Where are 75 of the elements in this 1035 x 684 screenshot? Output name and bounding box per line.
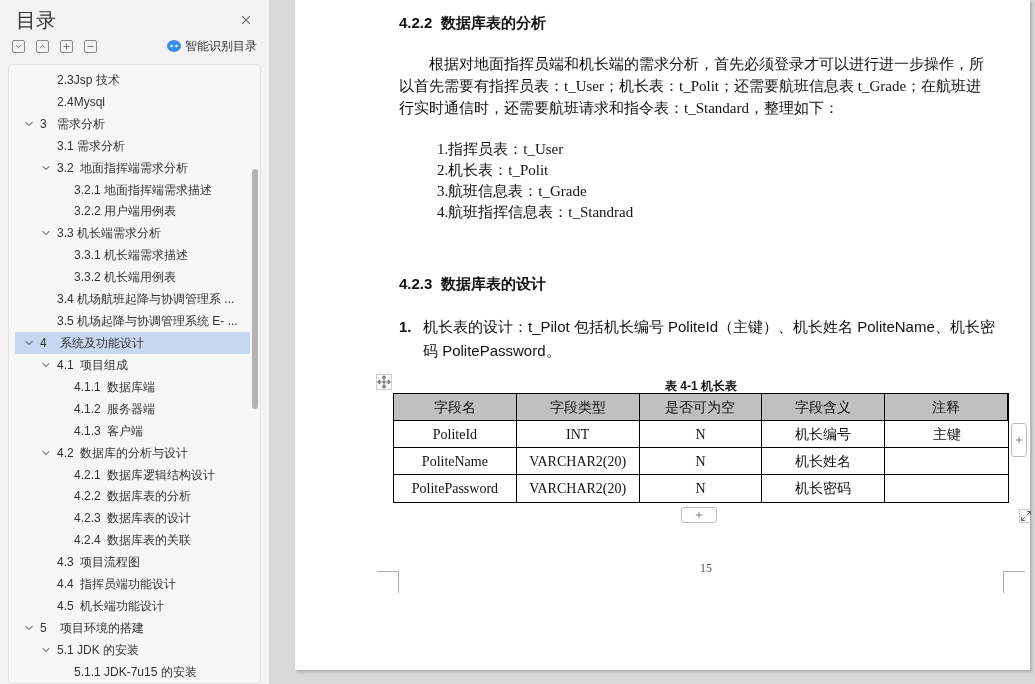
table-cell: 机长姓名	[762, 448, 886, 475]
corner-mark	[377, 571, 399, 593]
corner-mark	[1003, 571, 1025, 593]
list-item: 机长表的设计：t_Pilot 包括机长编号 PoliteId（主键）、机长姓名 PoliteName、机长密码 PolitePassword。	[423, 317, 996, 361]
plus-icon	[1014, 435, 1024, 445]
table-header-cell: 是否可为空	[639, 394, 763, 421]
toc-item[interactable]: 4.1.3 客户端	[15, 419, 250, 442]
remove-button[interactable]	[84, 39, 97, 53]
toc-item[interactable]: 4.5 机长端功能设计	[15, 595, 250, 618]
table-cell: VARCHAR2(20)	[516, 475, 640, 502]
plus-icon	[694, 510, 704, 520]
toc-item[interactable]: 5.1 JDK 的安装	[15, 638, 250, 661]
toc-item[interactable]: 3.4 机场航班起降与协调管理系 ...	[15, 288, 250, 311]
add-button[interactable]	[60, 39, 73, 53]
scrollbar-thumb[interactable]	[252, 169, 258, 409]
list-number: 1.	[399, 317, 413, 337]
table-header-cell: 字段含义	[762, 394, 886, 421]
toc-item[interactable]: 4 系统及功能设计	[15, 332, 250, 354]
toc-item[interactable]: 3.1 需求分析	[15, 134, 250, 157]
toc-item[interactable]: 3.2.2 用户端用例表	[15, 200, 250, 223]
toc-item[interactable]: 2.4Mysql	[15, 90, 250, 113]
toc-item[interactable]: 4.2 数据库的分析与设计	[15, 441, 250, 464]
move-handle-icon[interactable]	[376, 374, 392, 390]
collapse-button[interactable]	[12, 39, 25, 53]
toc-item[interactable]: 3.3 机长端需求分析	[15, 222, 250, 245]
toc-item[interactable]: 4.2.4 数据库表的关联	[15, 529, 250, 552]
table-header-cell: 字段名	[394, 394, 517, 421]
table-cell: N	[639, 448, 763, 475]
table-cell: PoliteId	[394, 421, 517, 448]
close-icon[interactable]	[239, 13, 253, 27]
section-heading: 4.2.3 数据库表的设计	[399, 273, 547, 294]
toc-item[interactable]: 4.3 项目流程图	[15, 551, 250, 574]
table-header-cell: 字段类型	[516, 394, 640, 421]
table-cell: PoliteName	[394, 448, 517, 475]
toc-item[interactable]: 4.2.1 数据库逻辑结构设计	[15, 463, 250, 486]
expand-button[interactable]	[36, 39, 49, 53]
table-cell: N	[639, 475, 763, 502]
add-row-button[interactable]	[681, 507, 717, 523]
list-item: 4.航班指挥信息表：t_Standrad	[437, 202, 635, 222]
toc-item[interactable]: 3.2.1 地面指挥端需求描述	[15, 178, 250, 201]
robot-icon	[167, 40, 181, 52]
toc-item[interactable]: 3.3.1 机长端需求描述	[15, 244, 250, 267]
toc-item[interactable]: 3 需求分析	[15, 112, 250, 135]
resize-handle-icon[interactable]	[1019, 509, 1033, 523]
toc-item[interactable]: 5.1.1 JDK-7u15 的安装	[15, 660, 250, 683]
toc-item[interactable]: 3.2 地面指挥端需求分析	[15, 156, 250, 179]
table-header-cell: 注释	[885, 394, 1008, 421]
smart-toc-button[interactable]: 智能识别目录	[167, 37, 257, 55]
toc-item[interactable]: 3.5 机场起降与协调管理系统 E- ...	[15, 310, 250, 333]
toc-item[interactable]: 5 项目环境的搭建	[15, 617, 250, 639]
toc-item[interactable]: 4.2.3 数据库表的设计	[15, 507, 250, 530]
add-column-button[interactable]	[1011, 423, 1027, 457]
table-cell: 机长编号	[762, 421, 886, 448]
table-cell: PolitePassword	[394, 475, 517, 502]
section-heading: 4.2.2 数据库表的分析	[399, 13, 547, 33]
table-caption: 表 4-1 机长表	[664, 378, 738, 393]
list-item: 3.航班信息表：t_Grade	[437, 181, 588, 201]
toc-item[interactable]: 4.1 项目组成	[15, 354, 250, 376]
toc-title: 目录	[16, 8, 56, 33]
table-cell: 机长密码	[762, 475, 886, 502]
page-number: 15	[700, 560, 712, 577]
table-cell: 主键	[885, 421, 1008, 448]
toc-item[interactable]: 4.1.1 数据库端	[15, 375, 250, 398]
toc-item[interactable]: 3.3.2 机长端用例表	[15, 266, 250, 289]
toc-item[interactable]: 4.4 指挥员端功能设计	[15, 573, 250, 596]
list-item: 1.指挥员表：t_User	[437, 139, 565, 159]
list-item: 2.机长表：t_Polit	[437, 160, 550, 180]
toc-item[interactable]: 4.2.2 数据库表的分析	[15, 485, 250, 508]
table-cell: N	[639, 421, 763, 448]
toc-item[interactable]: 4.1.2 服务器端	[15, 397, 250, 420]
toc-item[interactable]: 2.3Jsp 技术	[15, 69, 250, 91]
plus-icon	[62, 41, 71, 51]
table-cell: INT	[516, 421, 640, 448]
body-paragraph: 根据对地面指挥员端和机长端的需求分析，首先必须登录才可以进行进一步操作，所以首先需要有指挥员表：t_User；机长表：t_Polit；还需要航班信息表 t_Grade；在航班进行实时通信时，还需要航班请求和指令表：t_Standard，整理如下：	[399, 54, 985, 118]
table-cell: VARCHAR2(20)	[516, 448, 640, 475]
